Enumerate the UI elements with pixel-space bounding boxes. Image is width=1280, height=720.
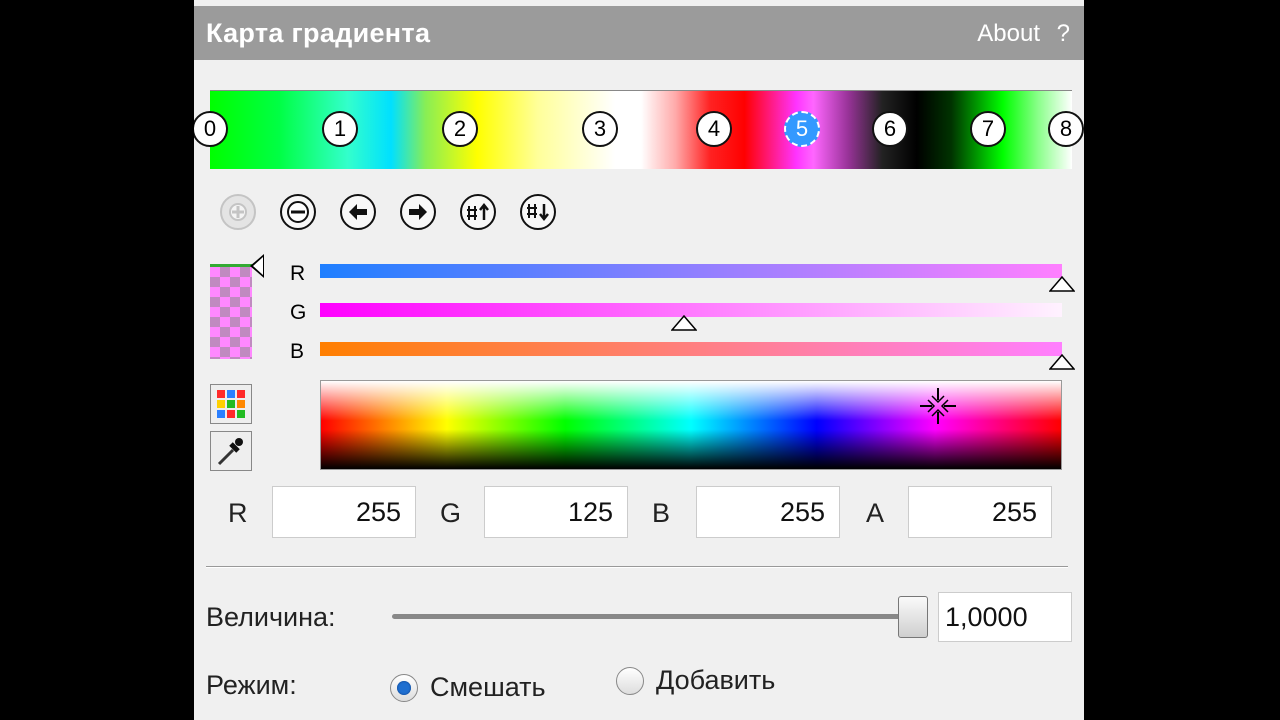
r-channel-label: R	[290, 262, 306, 285]
gradient-stop-8[interactable]: 8	[1048, 111, 1084, 147]
eyedropper-button[interactable]	[210, 431, 252, 471]
a-field-label: A	[866, 498, 885, 528]
b-channel-label: B	[290, 340, 305, 363]
gradient-bar[interactable]: 0 1 2 3 4 5 6 7 8	[194, 90, 1084, 169]
b-channel-slider[interactable]	[320, 342, 1062, 356]
mode-add-label[interactable]: Добавить	[656, 665, 775, 696]
mode-label: Режим:	[206, 670, 297, 700]
add-stop-icon[interactable]	[218, 192, 258, 232]
section-divider	[206, 566, 1068, 568]
g-channel-label: G	[290, 301, 307, 324]
title-bar: Карта градиента About ?	[194, 6, 1084, 60]
gradient-stop-6[interactable]: 6	[872, 111, 908, 147]
distribute-up-icon[interactable]	[458, 192, 498, 232]
magnitude-slider-thumb[interactable]	[898, 596, 928, 638]
gradient-stop-5[interactable]: 5	[784, 111, 820, 147]
r-field-label: R	[228, 498, 248, 528]
move-right-icon[interactable]	[398, 192, 438, 232]
color-palette-button[interactable]	[210, 384, 252, 424]
spectrum-crosshair-icon	[920, 388, 956, 424]
magnitude-value-input[interactable]: 1,0000	[938, 592, 1072, 642]
gradient-stop-4[interactable]: 4	[696, 111, 732, 147]
magnitude-slider-track[interactable]	[392, 614, 926, 619]
gradient-stop-0[interactable]: 0	[194, 111, 228, 147]
mode-add-radio[interactable]	[616, 667, 644, 695]
gradient-stop-2[interactable]: 2	[442, 111, 478, 147]
b-value-input[interactable]: 255	[696, 486, 840, 538]
gradient-map-panel: Карта градиента About ? 0 1 2 3 4 5 6 7 …	[194, 0, 1084, 720]
panel-title: Карта градиента	[206, 18, 431, 48]
preview-marker-icon	[250, 254, 264, 278]
distribute-down-icon[interactable]	[518, 192, 558, 232]
palette-icon	[217, 390, 245, 418]
help-button[interactable]: ?	[1057, 20, 1070, 48]
r-channel-slider[interactable]	[320, 264, 1062, 278]
remove-stop-icon[interactable]	[278, 192, 318, 232]
magnitude-label: Величина:	[206, 602, 336, 632]
b-slider-handle[interactable]	[1049, 354, 1075, 370]
a-value-input[interactable]: 255	[908, 486, 1052, 538]
g-field-label: G	[440, 498, 462, 528]
mode-blend-label[interactable]: Смешать	[430, 672, 546, 703]
gradient-stop-3[interactable]: 3	[582, 111, 618, 147]
move-left-icon[interactable]	[338, 192, 378, 232]
about-link[interactable]: About	[977, 20, 1040, 48]
color-preview-swatch	[210, 264, 252, 359]
r-value-input[interactable]: 255	[272, 486, 416, 538]
gradient-stop-7[interactable]: 7	[970, 111, 1006, 147]
g-value-input[interactable]: 125	[484, 486, 628, 538]
eyedropper-icon	[217, 438, 243, 466]
r-slider-handle[interactable]	[1049, 276, 1075, 292]
mode-blend-radio[interactable]	[390, 674, 418, 702]
gradient-stop-1[interactable]: 1	[322, 111, 358, 147]
b-field-label: B	[652, 498, 671, 528]
g-slider-handle[interactable]	[670, 315, 697, 331]
